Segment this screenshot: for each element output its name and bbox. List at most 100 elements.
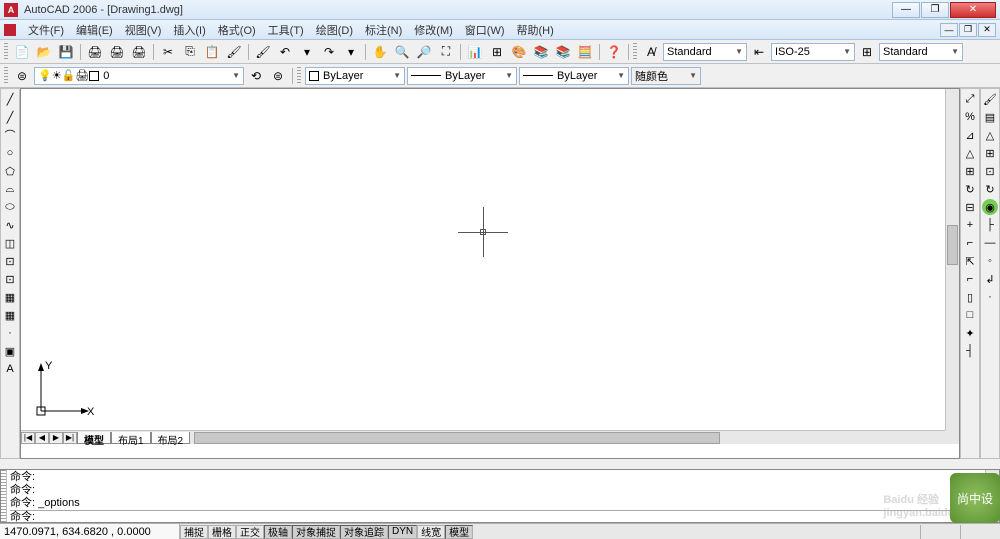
quickcalc-button[interactable] bbox=[575, 42, 595, 62]
point-button[interactable]: · bbox=[2, 325, 18, 341]
polyline-button[interactable]: ⌒ bbox=[2, 127, 18, 143]
pan-button[interactable] bbox=[370, 42, 390, 62]
maximize-button[interactable]: ❐ bbox=[921, 2, 949, 18]
circle-button[interactable]: ⬭ bbox=[2, 199, 18, 215]
break-button[interactable]: ▯ bbox=[962, 289, 978, 305]
menu-file[interactable]: 文件(F) bbox=[22, 20, 70, 40]
sheet-set-button[interactable] bbox=[531, 42, 551, 62]
ellipse-button[interactable]: ⊡ bbox=[2, 253, 18, 269]
copy-object-button[interactable]: % bbox=[962, 109, 978, 125]
erase-button[interactable]: ⤢ bbox=[962, 91, 978, 107]
mirror-button[interactable]: ⊿ bbox=[962, 127, 978, 143]
undo-button[interactable] bbox=[275, 42, 295, 62]
tab-nav-last[interactable]: ▶| bbox=[63, 432, 77, 444]
new-button[interactable] bbox=[12, 42, 32, 62]
dyn-toggle[interactable]: DYN bbox=[388, 525, 417, 539]
extra-tool-1[interactable]: ▤ bbox=[982, 109, 998, 125]
text-style-dropdown[interactable]: Standard ▼ bbox=[663, 43, 747, 61]
mdi-minimize-button[interactable]: — bbox=[940, 23, 958, 37]
mdi-close-button[interactable]: ✕ bbox=[978, 23, 996, 37]
block-editor-button[interactable] bbox=[253, 42, 273, 62]
polar-toggle[interactable]: 极轴 bbox=[264, 525, 292, 539]
tab-nav-prev[interactable]: ◀ bbox=[35, 432, 49, 444]
dim-style-dropdown[interactable]: ISO-25 ▼ bbox=[771, 43, 855, 61]
toolbar-grip[interactable] bbox=[4, 43, 8, 61]
snap-toggle[interactable]: 捕捉 bbox=[180, 525, 208, 539]
line-button[interactable]: ╱ bbox=[2, 91, 18, 107]
zoom-window-button[interactable] bbox=[436, 42, 456, 62]
tab-nav-first[interactable]: |◀ bbox=[21, 432, 35, 444]
array-button[interactable]: ⊞ bbox=[962, 163, 978, 179]
menu-draw[interactable]: 绘图(D) bbox=[310, 20, 359, 40]
save-button[interactable] bbox=[56, 42, 76, 62]
spline-button[interactable]: ◫ bbox=[2, 235, 18, 251]
menu-dimension[interactable]: 标注(N) bbox=[359, 20, 408, 40]
fillet-button[interactable]: ┤ bbox=[962, 343, 978, 359]
lineweight-dropdown[interactable]: ByLayer ▼ bbox=[519, 67, 629, 85]
coordinates-display[interactable]: 1470.0971, 634.6820 , 0.0000 bbox=[0, 524, 180, 539]
revcloud-button[interactable]: ∿ bbox=[2, 217, 18, 233]
layer-states-button[interactable]: ⊜ bbox=[268, 66, 288, 86]
plot-preview-button[interactable] bbox=[107, 42, 127, 62]
menu-help[interactable]: 帮助(H) bbox=[511, 20, 560, 40]
tab-model[interactable]: 模型 bbox=[77, 432, 111, 444]
extra-tool-0[interactable]: 🖌 bbox=[982, 91, 998, 107]
tab-layout1[interactable]: 布局1 bbox=[111, 432, 151, 444]
linetype-dropdown[interactable]: ByLayer ▼ bbox=[407, 67, 517, 85]
menu-modify[interactable]: 修改(M) bbox=[408, 20, 459, 40]
copy-button[interactable] bbox=[180, 42, 200, 62]
ortho-toggle[interactable]: 正交 bbox=[236, 525, 264, 539]
design-center-button[interactable] bbox=[487, 42, 507, 62]
toolbar-grip[interactable] bbox=[4, 67, 8, 85]
minimize-button[interactable]: — bbox=[892, 2, 920, 18]
menu-edit[interactable]: 编辑(E) bbox=[70, 20, 119, 40]
otrack-toggle[interactable]: 对象追踪 bbox=[340, 525, 388, 539]
publish-button[interactable] bbox=[129, 42, 149, 62]
extra-tool-7[interactable]: ├ bbox=[982, 217, 998, 233]
menu-view[interactable]: 视图(V) bbox=[119, 20, 168, 40]
properties-toolbar-grip[interactable] bbox=[297, 67, 301, 85]
move-button[interactable]: ↻ bbox=[962, 181, 978, 197]
zoom-realtime-button[interactable] bbox=[392, 42, 412, 62]
model-toggle[interactable]: 模型 bbox=[445, 525, 473, 539]
horizontal-scrollbar[interactable] bbox=[194, 432, 945, 444]
command-input[interactable]: 命令: bbox=[10, 510, 982, 524]
match-properties-button[interactable] bbox=[224, 42, 244, 62]
extra-tool-10[interactable]: ↲ bbox=[982, 271, 998, 287]
styles-toolbar-grip[interactable] bbox=[633, 43, 637, 61]
paste-button[interactable] bbox=[202, 42, 222, 62]
rectangle-button[interactable]: ⬠ bbox=[2, 163, 18, 179]
extra-tool-3[interactable]: ⊞ bbox=[982, 145, 998, 161]
redo-button[interactable] bbox=[319, 42, 339, 62]
layer-dropdown[interactable]: ☀ 🔓 🖨 0 ▼ bbox=[34, 67, 244, 85]
markup-button[interactable] bbox=[553, 42, 573, 62]
xline-button[interactable]: ╱ bbox=[2, 109, 18, 125]
make-block-button[interactable]: ▦ bbox=[2, 307, 18, 323]
vertical-scrollbar[interactable] bbox=[945, 89, 959, 430]
stretch-button[interactable]: ⌐ bbox=[962, 235, 978, 251]
layer-previous-button[interactable]: ⟲ bbox=[246, 66, 266, 86]
menu-tools[interactable]: 工具(T) bbox=[262, 20, 310, 40]
undo-dropdown[interactable]: ▾ bbox=[297, 42, 317, 62]
extend-button[interactable]: ⌐ bbox=[962, 271, 978, 287]
dim-style-icon[interactable]: ⇤ bbox=[749, 42, 769, 62]
open-button[interactable] bbox=[34, 42, 54, 62]
chamfer-button[interactable]: ✦ bbox=[962, 325, 978, 341]
color-dropdown[interactable]: ByLayer ▼ bbox=[305, 67, 405, 85]
extra-tool-2[interactable]: △ bbox=[982, 127, 998, 143]
menu-format[interactable]: 格式(O) bbox=[212, 20, 262, 40]
scale-button[interactable]: + bbox=[962, 217, 978, 233]
tab-layout2[interactable]: 布局2 bbox=[151, 432, 191, 444]
polygon-button[interactable]: ○ bbox=[2, 145, 18, 161]
rotate-button[interactable]: ⊟ bbox=[962, 199, 978, 215]
arc-button[interactable]: ⌓ bbox=[2, 181, 18, 197]
table-style-icon[interactable]: ⊞ bbox=[857, 42, 877, 62]
cut-button[interactable] bbox=[158, 42, 178, 62]
text-style-icon[interactable]: A̸ bbox=[641, 42, 661, 62]
zoom-previous-button[interactable] bbox=[414, 42, 434, 62]
comm-center-icon[interactable]: ◉ bbox=[982, 199, 998, 215]
offset-button[interactable]: △ bbox=[962, 145, 978, 161]
plotstyle-dropdown[interactable]: 随颜色 ▼ bbox=[631, 67, 701, 85]
help-button[interactable] bbox=[604, 42, 624, 62]
menu-window[interactable]: 窗口(W) bbox=[459, 20, 511, 40]
